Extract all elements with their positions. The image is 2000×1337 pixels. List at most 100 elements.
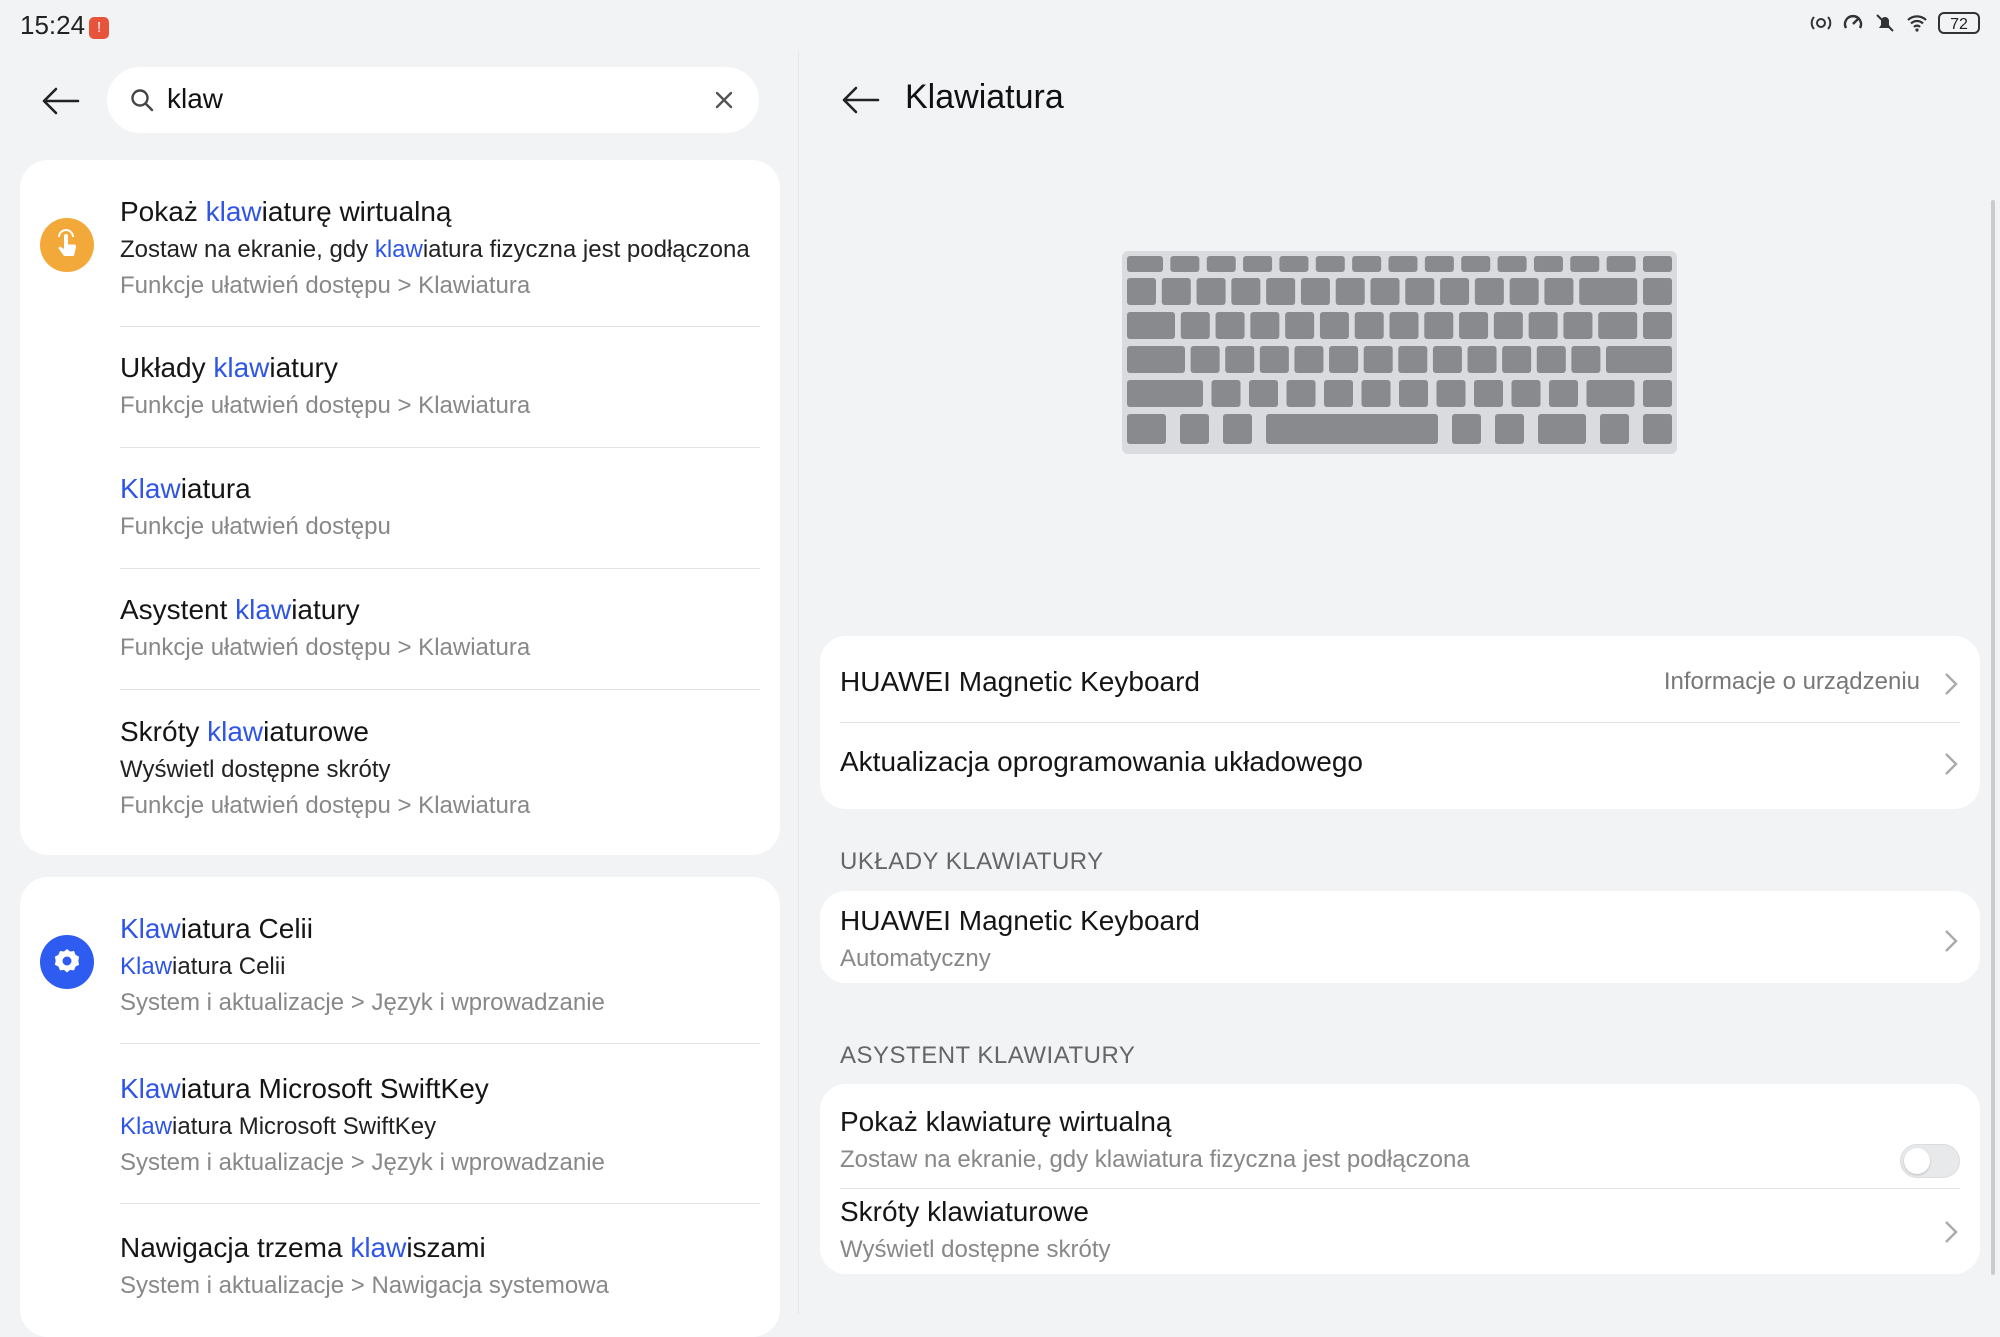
result-path: Funkcje ułatwień dostępu xyxy=(120,513,391,540)
chevron-right-icon xyxy=(1945,673,1958,695)
virtual-keyboard-title: Pokaż klawiaturę wirtualną xyxy=(840,1106,1172,1137)
device-card: HUAWEI Magnetic Keyboard Informacje o ur… xyxy=(820,636,1980,809)
layout-device-name: HUAWEI Magnetic Keyboard xyxy=(840,905,1200,936)
result-keyboard[interactable]: Klawiatura Funkcje ułatwień dostępu xyxy=(120,473,760,541)
search-input[interactable]: klaw xyxy=(107,67,759,133)
divider xyxy=(120,447,760,448)
keyboard-key xyxy=(1370,278,1400,305)
arrow-left-icon xyxy=(42,87,80,115)
result-subtitle: Wyświetl dostępne skróty xyxy=(120,756,391,783)
clear-search-icon[interactable] xyxy=(709,85,739,115)
keyboard-key xyxy=(1549,380,1578,407)
layout-row[interactable]: HUAWEI Magnetic Keyboard Automatyczny xyxy=(840,905,1960,975)
status-time: 15:24! xyxy=(20,10,110,41)
keyboard-key xyxy=(1570,256,1600,272)
keyboard-key xyxy=(1180,312,1210,339)
assistant-section-header: ASYSTENT KLAWIATURY xyxy=(840,1042,1136,1069)
device-info-row[interactable]: HUAWEI Magnetic Keyboard Informacje o ur… xyxy=(840,666,1960,702)
result-path: System i aktualizacje > Nawigacja system… xyxy=(120,1272,609,1299)
result-title: Pokaż klawiaturę wirtualną xyxy=(120,196,452,227)
chevron-right-icon xyxy=(1945,930,1958,952)
device-info-link[interactable]: Informacje o urządzeniu xyxy=(1664,668,1920,696)
keyboard-key xyxy=(1352,256,1382,272)
keyboard-key xyxy=(1243,256,1273,272)
result-keyboard-shortcuts[interactable]: Skróty klawiaturowe Wyświetl dostępne sk… xyxy=(120,716,760,820)
firmware-update-row[interactable]: Aktualizacja oprogramowania układowego xyxy=(840,746,1960,782)
keyboard-key xyxy=(1495,414,1524,444)
keyboard-key xyxy=(1215,312,1245,339)
keyboard-key xyxy=(1474,278,1504,305)
keyboard-key xyxy=(1361,380,1391,407)
keyboard-key xyxy=(1643,256,1672,272)
result-show-virtual-keyboard[interactable]: Pokaż klawiaturę wirtualną Zostaw na ekr… xyxy=(120,196,760,300)
keyboard-key xyxy=(1354,312,1384,339)
keyboard-key xyxy=(1225,346,1255,373)
mute-icon xyxy=(1876,14,1894,32)
keyboard-key xyxy=(1127,312,1175,339)
keyboard-key xyxy=(1127,278,1156,305)
keyboard-key xyxy=(1536,346,1566,373)
layouts-section-header: UKŁADY KLAWIATURY xyxy=(840,848,1104,875)
virtual-keyboard-row[interactable]: Pokaż klawiaturę wirtualną Zostaw na ekr… xyxy=(840,1106,1960,1178)
search-icon xyxy=(131,89,154,112)
accessibility-touch-icon xyxy=(40,218,94,272)
keyboard-key xyxy=(1544,278,1574,305)
keyboard-key xyxy=(1606,256,1636,272)
result-swiftkey-keyboard[interactable]: Klawiatura Microsoft SwiftKey Klawiatura… xyxy=(120,1073,760,1177)
keyboard-key xyxy=(1388,256,1418,272)
keyboard-key xyxy=(1432,346,1462,373)
keyboard-key xyxy=(1127,380,1203,407)
keyboard-key xyxy=(1315,256,1345,272)
keyboard-key xyxy=(1266,278,1296,305)
keyboard-key xyxy=(1300,278,1330,305)
keyboard-key xyxy=(1571,346,1601,373)
result-three-key-navigation[interactable]: Nawigacja trzema klawiszami System i akt… xyxy=(120,1232,760,1300)
divider xyxy=(840,722,1960,723)
keyboard-key xyxy=(1497,256,1527,272)
keyboard-key xyxy=(1398,346,1428,373)
keyboard-key xyxy=(1190,346,1220,373)
keyboard-key xyxy=(1389,312,1419,339)
keyboard-key xyxy=(1294,346,1324,373)
keyboard-key xyxy=(1127,346,1185,373)
result-keyboard-assistant[interactable]: Asystent klawiatury Funkcje ułatwień dos… xyxy=(120,594,760,662)
keyboard-key xyxy=(1279,256,1309,272)
shortcuts-row[interactable]: Skróty klawiaturowe Wyświetl dostępne sk… xyxy=(840,1196,1960,1266)
nfc-icon xyxy=(1810,16,1832,30)
virtual-keyboard-toggle[interactable] xyxy=(1900,1144,1960,1178)
divider xyxy=(840,1188,1960,1189)
keyboard-key xyxy=(1285,312,1315,339)
keyboard-key xyxy=(1319,312,1349,339)
result-subtitle: Klawiatura Celii xyxy=(120,953,286,980)
result-path: Funkcje ułatwień dostępu > Klawiatura xyxy=(120,792,531,819)
shortcuts-subtitle: Wyświetl dostępne skróty xyxy=(840,1236,1111,1263)
keyboard-key xyxy=(1528,312,1558,339)
virtual-keyboard-subtitle: Zostaw na ekranie, gdy klawiatura fizycz… xyxy=(840,1146,1470,1173)
page-title: Klawiatura xyxy=(905,78,1064,116)
keyboard-key xyxy=(1598,312,1638,339)
keyboard-key xyxy=(1459,312,1489,339)
detail-back-button[interactable] xyxy=(832,72,888,128)
result-title: Klawiatura Celii xyxy=(120,913,313,944)
keyboard-key xyxy=(1511,380,1541,407)
keyboard-key xyxy=(1600,414,1629,444)
keyboard-key xyxy=(1231,278,1261,305)
result-title: Klawiatura Microsoft SwiftKey xyxy=(120,1073,489,1104)
keyboard-key xyxy=(1127,256,1163,272)
assistant-card: Pokaż klawiaturę wirtualną Zostaw na ekr… xyxy=(820,1084,1980,1274)
keyboard-key xyxy=(1461,256,1491,272)
result-subtitle: Zostaw na ekranie, gdy klawiatura fizycz… xyxy=(120,236,750,263)
back-button[interactable] xyxy=(32,73,88,129)
keyboard-key xyxy=(1206,256,1236,272)
scrollbar[interactable] xyxy=(1991,200,1995,1275)
keyboard-illustration xyxy=(1122,251,1677,454)
result-keyboard-layouts[interactable]: Układy klawiatury Funkcje ułatwień dostę… xyxy=(120,352,760,420)
divider xyxy=(120,689,760,690)
result-celia-keyboard[interactable]: Klawiatura Celii Klawiatura Celii System… xyxy=(120,913,760,1017)
keyboard-key xyxy=(1405,278,1435,305)
divider xyxy=(120,1203,760,1204)
keyboard-key xyxy=(1502,346,1532,373)
search-query[interactable]: klaw xyxy=(167,83,223,115)
shortcuts-title: Skróty klawiaturowe xyxy=(840,1196,1089,1227)
keyboard-key xyxy=(1440,278,1470,305)
